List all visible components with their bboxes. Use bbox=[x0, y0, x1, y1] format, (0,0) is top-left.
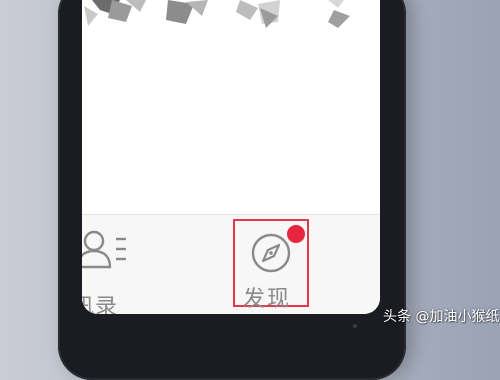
phone-microphone-dot bbox=[353, 324, 357, 328]
tab-contacts-label: 讯录 bbox=[82, 295, 119, 314]
contacts-icon bbox=[82, 230, 126, 269]
tab-discover-label: 发现 bbox=[243, 287, 292, 312]
watermark: 头条 @加油小猴纸 bbox=[383, 309, 500, 325]
phone-screen: 讯录 发现 bbox=[82, 0, 380, 314]
bottom-tab-bar: 讯录 发现 bbox=[82, 214, 380, 314]
wallpaper-pattern bbox=[84, 0, 350, 28]
notification-badge bbox=[287, 225, 305, 243]
tab-contacts[interactable]: 讯录 bbox=[82, 223, 142, 314]
compass-icon bbox=[251, 233, 291, 273]
